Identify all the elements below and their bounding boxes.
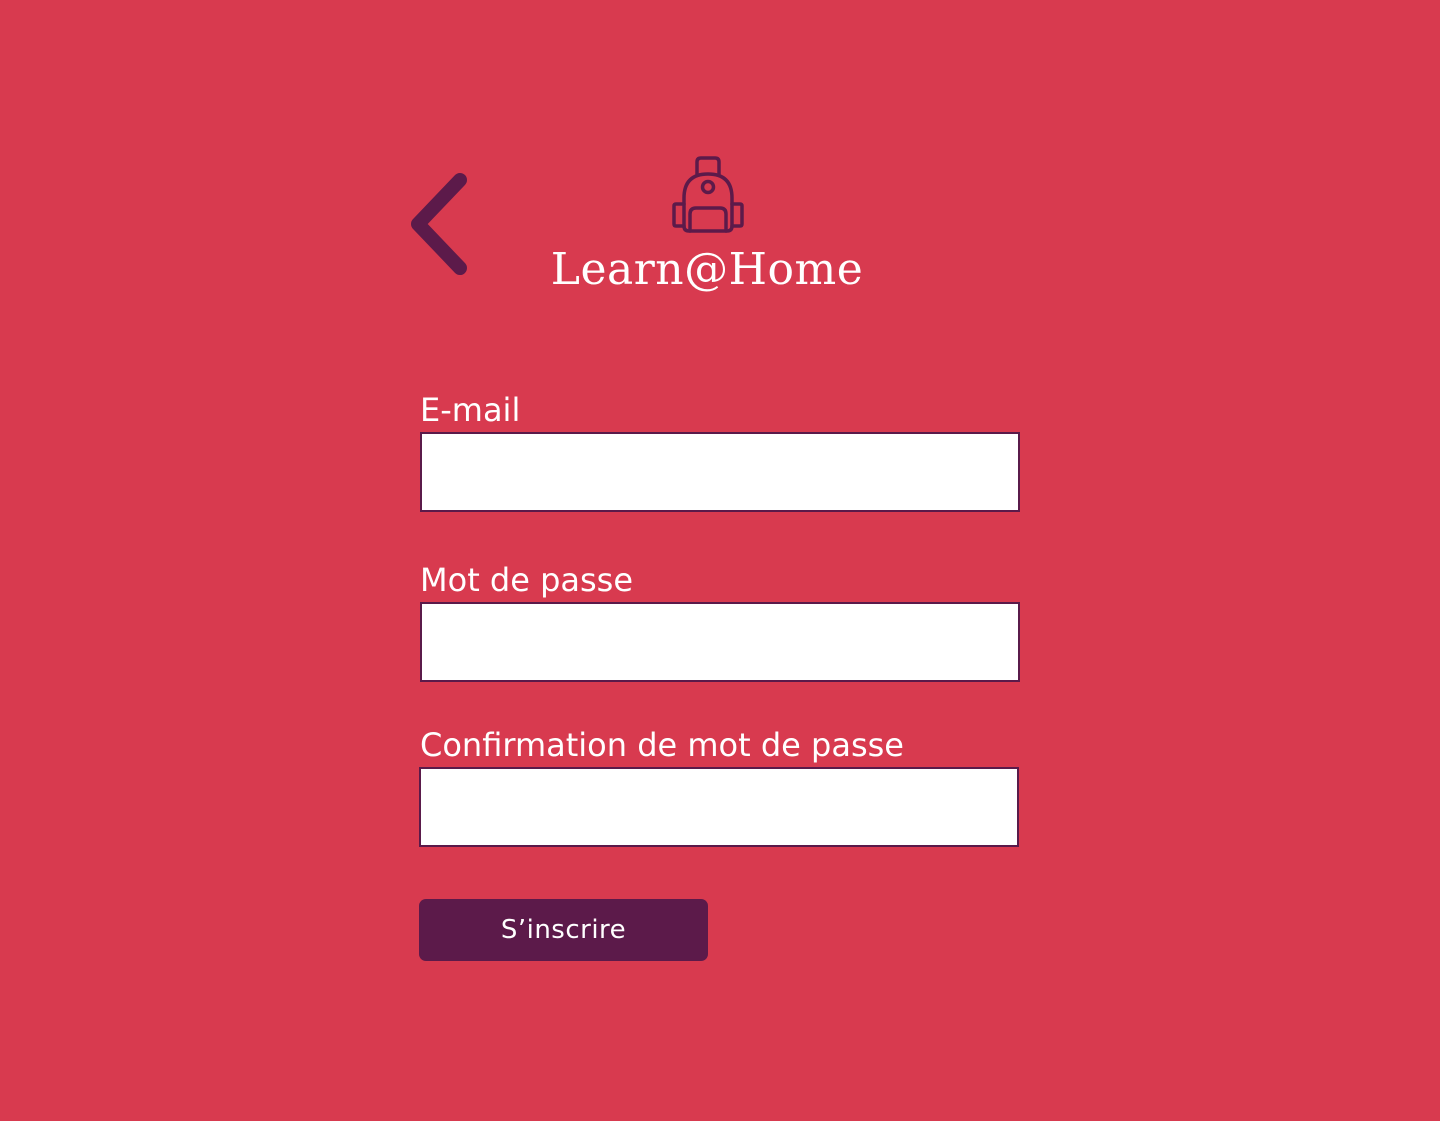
- email-label: E-mail: [420, 391, 521, 429]
- brand-name: Learn@Home: [550, 244, 864, 295]
- signup-button[interactable]: S’inscrire: [419, 899, 708, 961]
- confirm-password-label: Confirmation de mot de passe: [420, 726, 904, 764]
- email-field[interactable]: [420, 432, 1020, 512]
- confirm-password-field[interactable]: [419, 767, 1019, 847]
- password-label: Mot de passe: [420, 561, 634, 599]
- back-button[interactable]: [404, 166, 476, 282]
- password-field[interactable]: [420, 602, 1020, 682]
- signup-page: Learn@Home E-mail Mot de passe Confirmat…: [0, 0, 1440, 1121]
- app-logo: Learn@Home: [520, 150, 894, 300]
- backpack-icon: [670, 154, 746, 236]
- chevron-left-icon: [404, 166, 476, 282]
